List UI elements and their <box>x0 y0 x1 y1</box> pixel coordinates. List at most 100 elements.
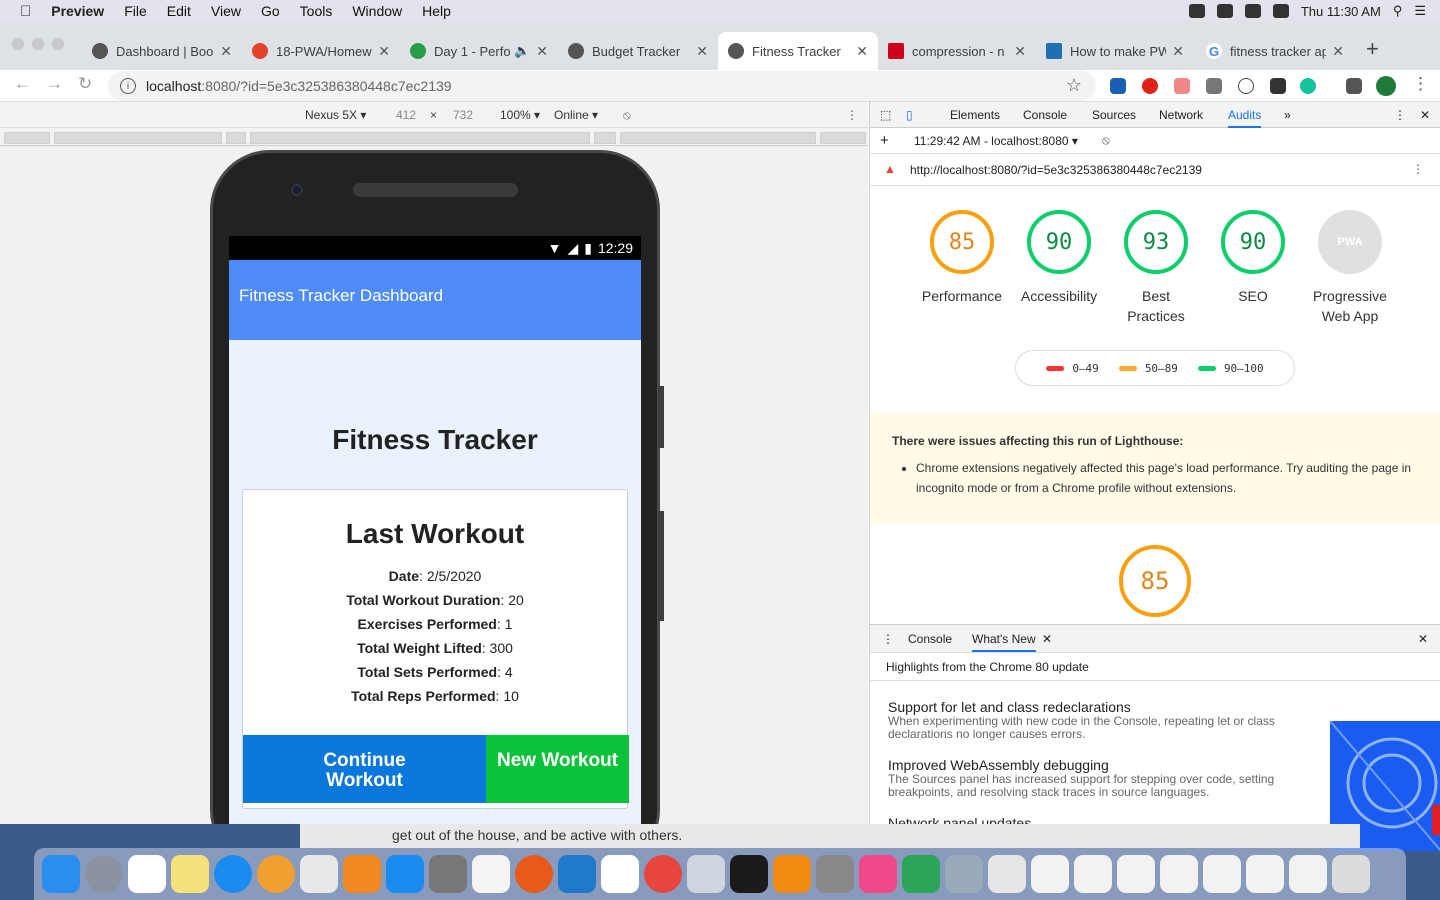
tab-gitlab[interactable]: 18-PWA/Homewo ✕ <box>242 32 400 70</box>
document-icon[interactable] <box>1117 855 1155 893</box>
calendar-icon[interactable] <box>128 855 166 893</box>
wifi-icon[interactable] <box>1244 4 1261 18</box>
network-select[interactable]: Online ▾ <box>554 108 598 122</box>
address-bar[interactable]: i localhost:8080/?id=5e3c325386380448c7e… <box>108 71 1096 101</box>
safari-icon[interactable] <box>214 855 252 893</box>
gauge-accessibility[interactable]: 90 Accessibility <box>1011 210 1107 306</box>
eyedropper-icon[interactable] <box>1270 78 1286 94</box>
close-tab-icon[interactable]: ✕ <box>1172 43 1184 60</box>
close-tab-icon[interactable]: ✕ <box>696 43 708 60</box>
photos-icon[interactable] <box>257 855 295 893</box>
document-icon[interactable] <box>1289 855 1327 893</box>
bookmark-star-icon[interactable]: ☆ <box>1066 75 1082 96</box>
close-tab-icon[interactable]: ✕ <box>536 43 548 60</box>
tab-compression[interactable]: compression - n ✕ <box>878 32 1036 70</box>
terminal-icon[interactable] <box>730 855 768 893</box>
document-icon[interactable] <box>1160 855 1198 893</box>
device-select[interactable]: Nexus 5X ▾ <box>305 108 366 122</box>
slack-icon[interactable] <box>601 855 639 893</box>
preview-icon[interactable] <box>300 855 338 893</box>
tab-budget-tracker[interactable]: Budget Tracker ✕ <box>558 32 718 70</box>
tab-dashboard[interactable]: Dashboard | Boo ✕ <box>82 32 242 70</box>
notification-icon[interactable] <box>1216 4 1233 18</box>
battery-icon[interactable] <box>1272 4 1289 18</box>
rocket-icon[interactable] <box>902 855 940 893</box>
tab-sources[interactable]: Sources <box>1092 108 1136 122</box>
close-tab-icon[interactable]: ✕ <box>1332 43 1344 60</box>
launchpad-icon[interactable] <box>85 855 123 893</box>
extension-icon[interactable] <box>1174 78 1190 94</box>
menu-help[interactable]: Help <box>422 3 451 19</box>
whats-new-item[interactable]: Support for let and class redeclarations… <box>888 699 1308 741</box>
document-icon[interactable] <box>1031 855 1069 893</box>
rotate-icon[interactable]: ⦸ <box>623 108 631 123</box>
minimize-window-icon[interactable] <box>32 38 44 50</box>
document-icon[interactable] <box>1203 855 1241 893</box>
new-workout-button[interactable]: New Workout <box>486 735 629 803</box>
close-window-icon[interactable] <box>12 38 24 50</box>
device-toggle-icon[interactable]: ▯ <box>906 108 913 122</box>
app-menu[interactable]: Preview <box>51 3 104 19</box>
drawer-tab-whats-new[interactable]: What's New <box>972 632 1036 652</box>
gauge-performance[interactable]: 85 Performance <box>914 210 1010 306</box>
document-icon[interactable] <box>1074 855 1112 893</box>
inspect-icon[interactable]: ⬚ <box>880 108 891 122</box>
tab-fitness-tracker[interactable]: Fitness Tracker ✕ <box>718 32 878 70</box>
gauge-best-practices[interactable]: 93 Best Practices <box>1108 210 1204 326</box>
close-tab-icon[interactable]: ✕ <box>378 43 390 60</box>
extension-icon[interactable] <box>1238 78 1254 94</box>
tab-how-to-make-pwa[interactable]: How to make PW ✕ <box>1036 32 1194 70</box>
adblock-icon[interactable] <box>1142 78 1158 94</box>
menu-view[interactable]: View <box>211 3 241 19</box>
info-icon[interactable]: i <box>120 78 136 94</box>
audit-url[interactable]: http://localhost:8080/?id=5e3c3253863804… <box>910 163 1202 177</box>
width-input[interactable]: 412 <box>396 108 416 122</box>
vlc-icon[interactable] <box>773 855 811 893</box>
report-menu-icon[interactable]: ⋮ <box>1412 162 1424 176</box>
sketch-icon[interactable] <box>859 855 897 893</box>
new-audit-icon[interactable]: + <box>880 132 889 149</box>
tab-elements[interactable]: Elements <box>950 108 1000 122</box>
document-icon[interactable] <box>1246 855 1284 893</box>
media-query-bar[interactable] <box>0 128 868 146</box>
vscode-icon[interactable] <box>558 855 596 893</box>
menu-window[interactable]: Window <box>352 3 402 19</box>
image-capture-icon[interactable] <box>945 855 983 893</box>
clock[interactable]: Thu 11:30 AM <box>1301 4 1381 19</box>
zoom-select[interactable]: 100% ▾ <box>500 108 540 122</box>
textedit-icon[interactable] <box>472 855 510 893</box>
forward-icon[interactable]: → <box>46 74 63 94</box>
new-tab-button[interactable]: + <box>1366 36 1379 62</box>
tab-network[interactable]: Network <box>1159 108 1203 122</box>
menu-tools[interactable]: Tools <box>300 3 333 19</box>
whats-new-item[interactable]: Improved WebAssembly debugging The Sourc… <box>888 757 1308 799</box>
zoom-window-icon[interactable] <box>52 38 64 50</box>
firefox-icon[interactable] <box>515 855 553 893</box>
tab-console[interactable]: Console <box>1023 108 1067 122</box>
clear-icon[interactable]: ⦸ <box>1102 133 1110 148</box>
profile-avatar[interactable] <box>1376 76 1396 96</box>
back-icon[interactable]: ← <box>14 74 31 94</box>
books-icon[interactable] <box>343 855 381 893</box>
apple-icon[interactable]:  <box>20 3 31 20</box>
trash-icon[interactable] <box>1332 855 1370 893</box>
device-menu-icon[interactable]: ⋮ <box>846 108 858 122</box>
system-preferences-icon[interactable] <box>429 855 467 893</box>
notes-icon[interactable] <box>171 855 209 893</box>
height-input[interactable]: 732 <box>453 108 473 122</box>
calculator-icon[interactable] <box>816 855 854 893</box>
app-store-icon[interactable] <box>386 855 424 893</box>
reload-icon[interactable]: ↻ <box>78 74 92 94</box>
close-tab-icon[interactable]: ✕ <box>220 43 232 60</box>
menu-file[interactable]: File <box>124 3 147 19</box>
preview-app-icon[interactable] <box>687 855 725 893</box>
close-devtools-icon[interactable]: ✕ <box>1420 108 1430 122</box>
tab-audits[interactable]: Audits <box>1228 108 1262 128</box>
grammarly-icon[interactable] <box>1300 78 1316 94</box>
search-icon[interactable]: ⚲ <box>1393 3 1403 19</box>
vimium-icon[interactable] <box>1206 78 1222 94</box>
finder-icon[interactable] <box>42 855 80 893</box>
close-tab-icon[interactable]: ✕ <box>1014 43 1026 60</box>
close-tab-icon[interactable]: ✕ <box>1042 632 1052 646</box>
reading-list-icon[interactable] <box>1346 78 1362 94</box>
